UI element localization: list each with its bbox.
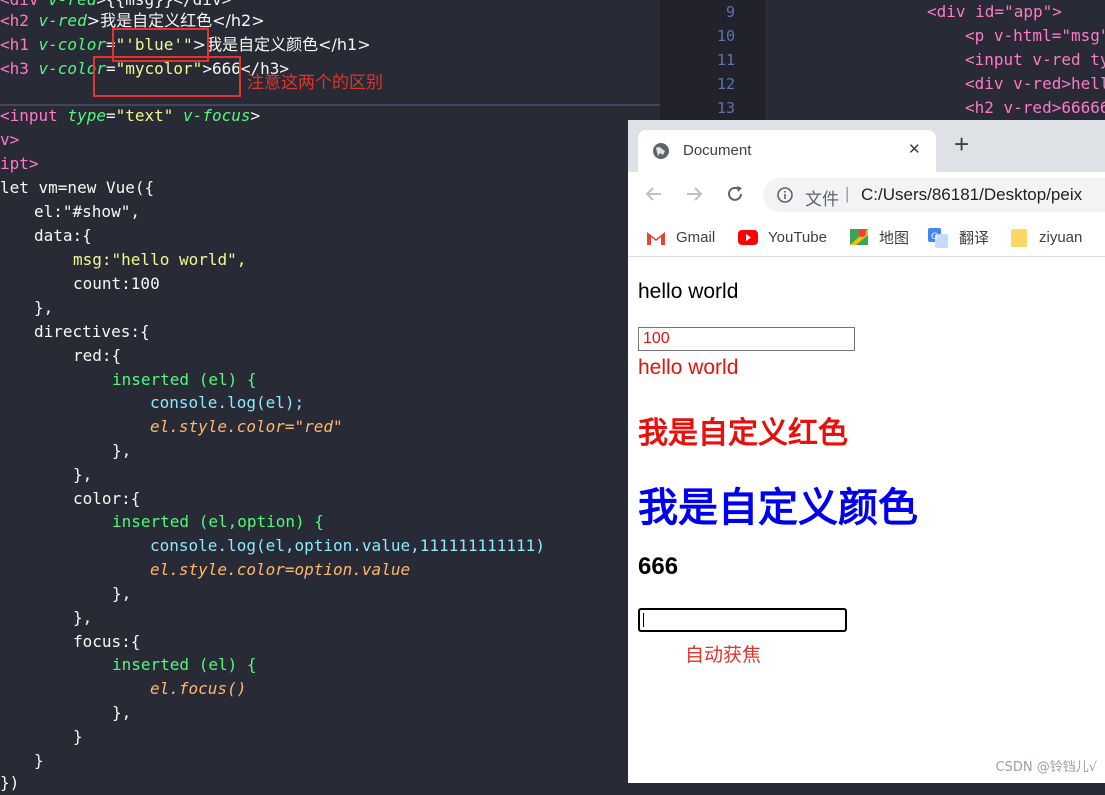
code-line: el:"#show", [34,202,140,221]
back-arrow-icon[interactable] [644,184,664,209]
info-icon[interactable] [777,187,793,208]
text-caret [643,613,644,627]
code-line: <h2 v-red>66666 [965,98,1105,117]
line-number: 12 [716,75,735,93]
new-tab-button[interactable]: + [954,131,969,157]
tab-document[interactable]: Document ✕ [638,130,936,172]
code-token: > [250,106,261,125]
code-line: count:100 [73,274,160,293]
code-token: = [105,106,116,125]
line-number: 11 [716,51,735,69]
code-token: v-red [38,11,87,30]
folder-icon [1011,229,1027,252]
csdn-watermark: CSDN @铃铛儿√ [995,760,1097,775]
code-token: <h1 [0,35,39,54]
code-line: let vm=new Vue({ [0,178,155,197]
url-scheme-label: 文件 [805,190,839,210]
line-number: 9 [725,3,735,21]
youtube-icon [738,230,758,250]
code-line: }, [112,441,132,460]
tab-title: Document [683,142,752,159]
annotation-note: 注意这两个的区别 [247,73,383,93]
line-number: 10 [716,27,735,45]
gmail-icon [646,230,666,251]
line-number: 13 [716,99,735,117]
code-line: }) [0,773,20,792]
code-line: }, [34,298,54,317]
code-line: ipt> [0,154,39,173]
code-token: <div [0,0,48,9]
code-line: directives:{ [34,322,150,341]
heading-h3-666: 666 [638,553,679,580]
code-line: v> [0,130,20,149]
translate-icon: G [928,228,948,253]
code-line: }, [73,465,93,484]
code-line: msg:"hello world", [73,250,247,269]
url-text[interactable]: C:/Users/86181/Desktop/peix [861,185,1082,205]
code-line: console.log(el); [150,393,305,412]
url-separator: | [845,184,850,203]
code-line: el.focus() [150,679,247,698]
bookmark-youtube[interactable]: YouTube [768,228,827,248]
code-token: "text" [115,106,174,125]
focus-input[interactable] [638,608,847,632]
page-paragraph: hello world [638,280,739,303]
bookmark-ziyuan[interactable]: ziyuan [1039,228,1082,248]
close-tab-icon[interactable]: ✕ [908,140,921,158]
code-line: red:{ [73,346,122,365]
code-line: console.log(el,option.value,111111111111… [150,536,545,555]
code-line: color:{ [73,489,141,508]
code-line: <div v-red>hell [965,74,1105,93]
code-editor-left: <div v-red>{{msg}}</div> <h2 v-red>我是自定义… [0,0,660,792]
blue-heading-h1: 我是自定义颜色 [638,485,918,531]
address-bar[interactable]: 文件 | C:/Users/86181/Desktop/peix [763,178,1105,212]
code-token: <h2 [0,11,39,30]
code-line: }, [112,703,132,722]
code-line: <input v-red ty [965,50,1105,69]
code-line: el.style.color="red" [150,417,343,436]
code-token: >我是自定义颜色</h1> [192,35,371,54]
code-token: <input [0,106,68,125]
line-gutter: 9 10 11 12 13 [660,0,765,120]
tab-strip: Document ✕ + [628,120,1105,172]
code-token: type [67,106,106,125]
browser-window: Document ✕ + 文件 | C:/Users/86181/Desktop… [628,120,1105,783]
code-line: <div id="app"> [927,2,1062,21]
code-token: <h3 [0,59,39,78]
code-line-input: <input type="text" v-focus> [0,104,260,128]
code-line: el.style.color=option.value [150,560,411,579]
globe-icon [652,142,670,160]
forward-arrow-icon[interactable] [684,184,704,209]
code-token: v-red [48,0,96,9]
code-line: }, [112,584,132,603]
code-line: <p v-html="msg" [965,26,1105,45]
code-line: data:{ [34,226,92,245]
red-div-text: hello world [638,356,739,379]
bookmark-gmail[interactable]: Gmail [676,228,715,248]
code-token: >{{msg}}</div> [96,0,231,9]
red-heading-h2: 我是自定义红色 [638,416,848,451]
code-line: } [34,751,44,770]
code-line: }, [73,608,93,627]
code-line: focus:{ [73,632,141,651]
count-input[interactable] [638,327,855,351]
code-line: inserted (el,option) { [112,512,324,531]
code-token: v-color [38,35,106,54]
code-line: inserted (el) { [112,655,257,674]
focus-annotation: 自动获焦 [685,644,762,666]
highlight-box-mycolor [93,56,241,97]
code-line: } [73,727,83,746]
maps-icon [850,227,868,252]
code-token: v-focus [183,106,251,125]
bookmark-translate[interactable]: 翻译 [959,228,989,248]
template-pane: <div v-red>{{msg}}</div> <h2 v-red>我是自定义… [0,0,660,104]
bookmark-maps[interactable]: 地图 [879,228,909,248]
reload-icon[interactable] [725,184,745,209]
code-line: inserted (el) { [112,370,257,389]
svg-text:G: G [931,232,938,242]
